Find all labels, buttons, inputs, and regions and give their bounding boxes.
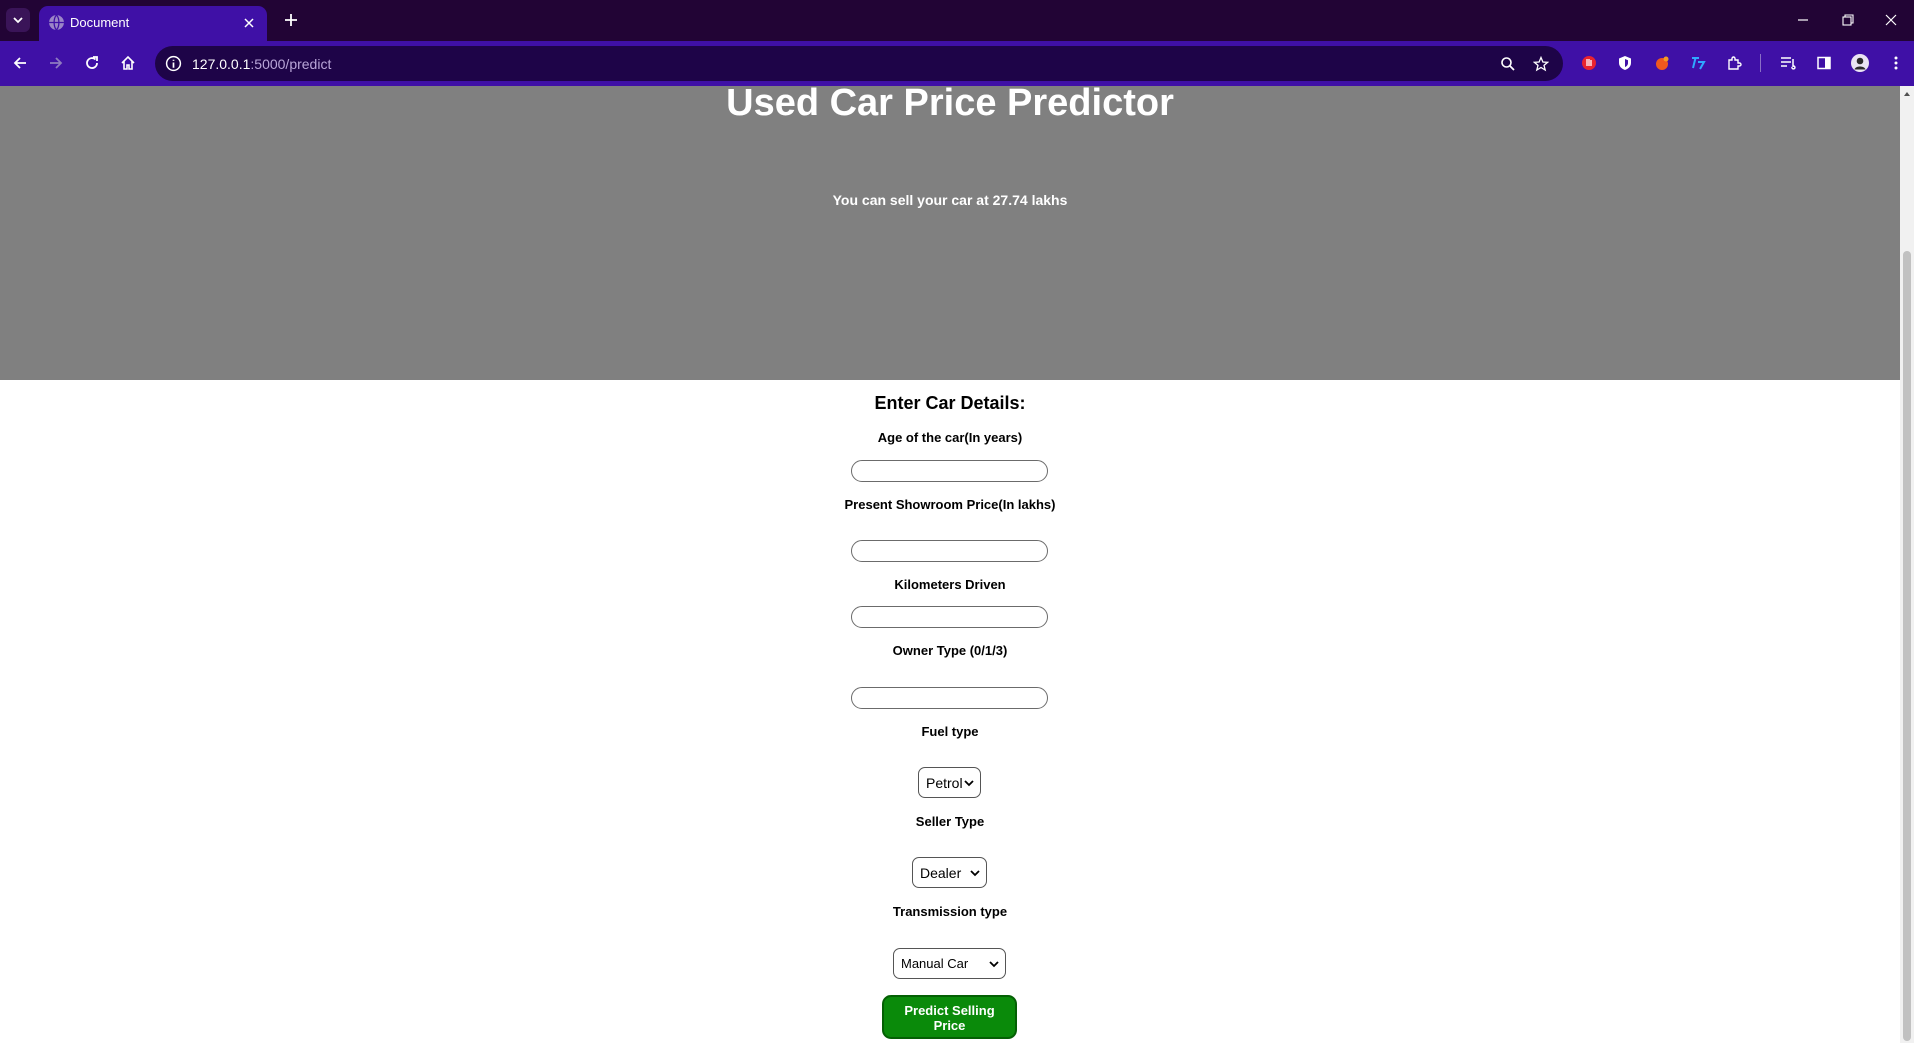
toolbar-divider (1760, 54, 1761, 72)
url-text[interactable]: 127.0.0.1:5000/predict (192, 56, 331, 72)
vertical-scrollbar[interactable] (1900, 86, 1914, 1043)
chevron-down-icon (989, 960, 999, 967)
fuel-select-value: Petrol (926, 774, 963, 791)
tab-strip: Document (0, 0, 1914, 41)
scrollbar-thumb[interactable] (1903, 251, 1911, 1041)
playlist-icon (1781, 57, 1796, 70)
tab-close-button[interactable] (239, 13, 259, 33)
minimize-icon (1798, 19, 1808, 21)
transmission-label: Transmission type (892, 904, 1008, 919)
side-panel-button[interactable] (1812, 51, 1836, 75)
page-viewport: Used Car Price Predictor You can sell yo… (0, 86, 1900, 1043)
extension-red[interactable] (1577, 51, 1601, 75)
more-vert-icon (1894, 56, 1898, 70)
arrow-left-icon (13, 57, 26, 69)
price-label: Present Showroom Price(In lakhs) (844, 497, 1056, 512)
shield-icon (1619, 56, 1631, 70)
tab-title: Document (70, 15, 130, 30)
restore-button[interactable] (1836, 9, 1860, 31)
kms-input[interactable] (851, 606, 1048, 628)
url-path: :5000/predict (250, 56, 332, 72)
hero-banner: Used Car Price Predictor You can sell yo… (0, 86, 1900, 380)
seller-select-value: Dealer (920, 864, 962, 881)
extension-translate[interactable] (1686, 51, 1710, 75)
restore-icon (1842, 14, 1854, 26)
scroll-up-icon[interactable] (1903, 90, 1911, 98)
prediction-result: You can sell your car at 27.74 lakhs (832, 192, 1068, 208)
chevron-down-icon (970, 869, 980, 876)
window-close-button[interactable] (1879, 9, 1903, 31)
media-button[interactable] (1776, 51, 1800, 75)
age-label: Age of the car(In years) (877, 430, 1023, 445)
extension-red-icon (1582, 56, 1596, 70)
home-button[interactable] (115, 50, 141, 76)
transmission-select[interactable]: Manual Car (893, 948, 1006, 979)
owner-label: Owner Type (0/1/3) (892, 643, 1008, 658)
owner-input[interactable] (851, 687, 1048, 709)
globe-icon (49, 14, 64, 31)
close-icon (1885, 14, 1897, 26)
home-icon (121, 55, 135, 70)
browser-tab[interactable]: Document (39, 6, 267, 41)
address-bar[interactable]: 127.0.0.1:5000/predict (155, 46, 1563, 81)
extension-shield[interactable] (1613, 51, 1637, 75)
profile-button[interactable] (1848, 51, 1872, 75)
seller-select[interactable]: Dealer (912, 857, 987, 888)
magnifier-icon (1501, 57, 1515, 71)
price-input[interactable] (851, 540, 1048, 562)
arrow-right-icon (50, 57, 63, 69)
tab-search-button[interactable] (6, 8, 30, 32)
transmission-select-value: Manual Car (901, 956, 969, 971)
plus-icon (285, 14, 297, 26)
browser-toolbar: 127.0.0.1:5000/predict (0, 41, 1914, 86)
url-host: 127.0.0.1 (192, 56, 251, 72)
extensions-button[interactable] (1722, 51, 1746, 75)
predict-button[interactable]: Predict Selling Price (882, 995, 1017, 1039)
form-heading: Enter Car Details: (874, 393, 1026, 413)
side-panel-icon (1817, 56, 1831, 70)
chevron-down-icon (964, 779, 974, 786)
minimize-button[interactable] (1791, 9, 1815, 31)
fuel-select[interactable]: Petrol (918, 767, 981, 798)
extension-orange[interactable] (1650, 51, 1674, 75)
fuel-label: Fuel type (921, 724, 979, 739)
translate-icon (1692, 57, 1706, 70)
reload-button[interactable] (79, 50, 105, 76)
menu-button[interactable] (1884, 51, 1908, 75)
info-icon[interactable] (165, 55, 182, 72)
predict-button-label-line1: Predict Selling (904, 1003, 995, 1018)
age-input[interactable] (851, 460, 1048, 482)
back-button[interactable] (7, 50, 33, 76)
avatar-icon (1851, 54, 1869, 72)
seller-label: Seller Type (915, 814, 985, 829)
extension-orange-icon (1656, 56, 1669, 70)
puzzle-icon (1728, 56, 1742, 70)
new-tab-button[interactable] (280, 9, 302, 31)
bookmark-button[interactable] (1531, 54, 1551, 74)
forward-button[interactable] (43, 50, 69, 76)
close-icon (244, 18, 254, 28)
reload-icon (86, 56, 98, 69)
page-title: Used Car Price Predictor (726, 86, 1174, 124)
chevron-down-icon (13, 17, 23, 24)
zoom-button[interactable] (1498, 54, 1518, 74)
predict-button-label-line2: Price (933, 1018, 966, 1033)
kms-label: Kilometers Driven (894, 577, 1006, 592)
star-icon (1533, 56, 1549, 72)
